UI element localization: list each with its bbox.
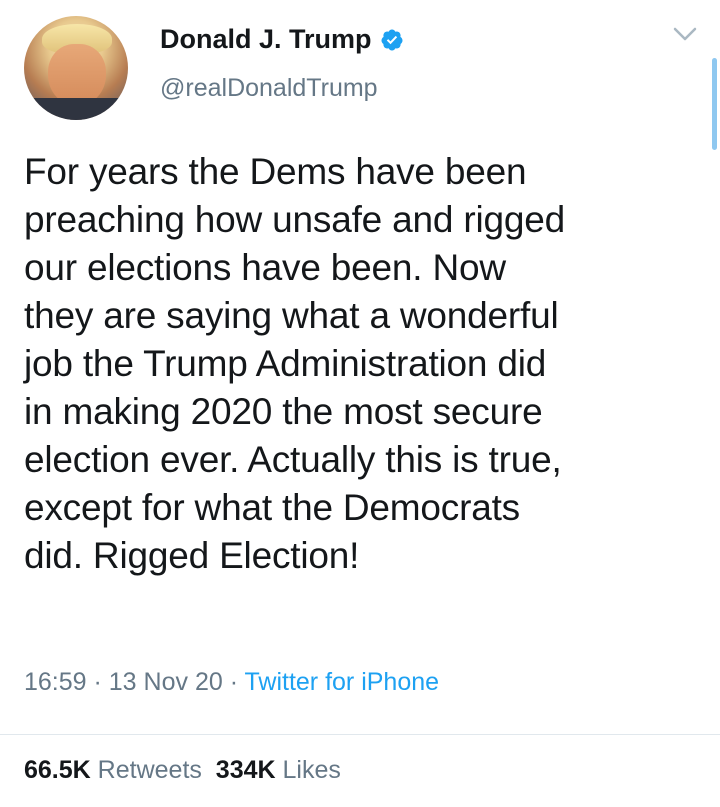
- tweet-text: For years the Dems have been preaching h…: [24, 148, 704, 580]
- author-row[interactable]: Donald J. Trump: [160, 24, 404, 55]
- tweet-line: did. Rigged Election!: [24, 535, 360, 576]
- tweet-line: job the Trump Administration did: [24, 343, 547, 384]
- retweets-label: Retweets: [97, 756, 202, 784]
- meta-separator: ·: [86, 668, 109, 696]
- meta-separator: ·: [222, 668, 245, 696]
- verified-badge-icon: [381, 29, 403, 50]
- scrollbar[interactable]: [712, 58, 717, 150]
- likes-count: 334K: [215, 756, 276, 784]
- avatar[interactable]: [24, 16, 128, 120]
- tweet-source-link[interactable]: Twitter for iPhone: [245, 668, 440, 696]
- tweet-meta: 16:59 · 13 Nov 20 · Twitter for iPhone: [24, 668, 439, 697]
- author-name[interactable]: Donald J. Trump: [160, 24, 372, 55]
- tweet-line: except for what the Democrats: [24, 487, 520, 528]
- retweets-count: 66.5K: [24, 756, 91, 784]
- author-handle[interactable]: @realDonaldTrump: [160, 74, 378, 103]
- likes-label: Likes: [282, 756, 341, 784]
- tweet-line: our elections have been. Now: [24, 247, 506, 288]
- retweets-stat[interactable]: 66.5K Retweets: [24, 756, 202, 784]
- chevron-down-icon[interactable]: [672, 26, 698, 42]
- tweet-time: 16:59: [24, 668, 87, 696]
- tweet-stats: 66.5K Retweets 334K Likes: [24, 756, 341, 785]
- tweet-line: preaching how unsafe and rigged: [24, 199, 565, 240]
- tweet-line: they are saying what a wonderful: [24, 295, 559, 336]
- tweet-line: in making 2020 the most secure: [24, 391, 543, 432]
- divider: [0, 734, 720, 735]
- likes-stat[interactable]: 334K Likes: [216, 756, 341, 784]
- tweet-line: For years the Dems have been: [24, 151, 527, 192]
- tweet-date: 13 Nov 20: [108, 668, 223, 696]
- tweet-line: election ever. Actually this is true,: [24, 439, 562, 480]
- avatar-suit: [24, 98, 128, 120]
- avatar-face: [48, 44, 106, 106]
